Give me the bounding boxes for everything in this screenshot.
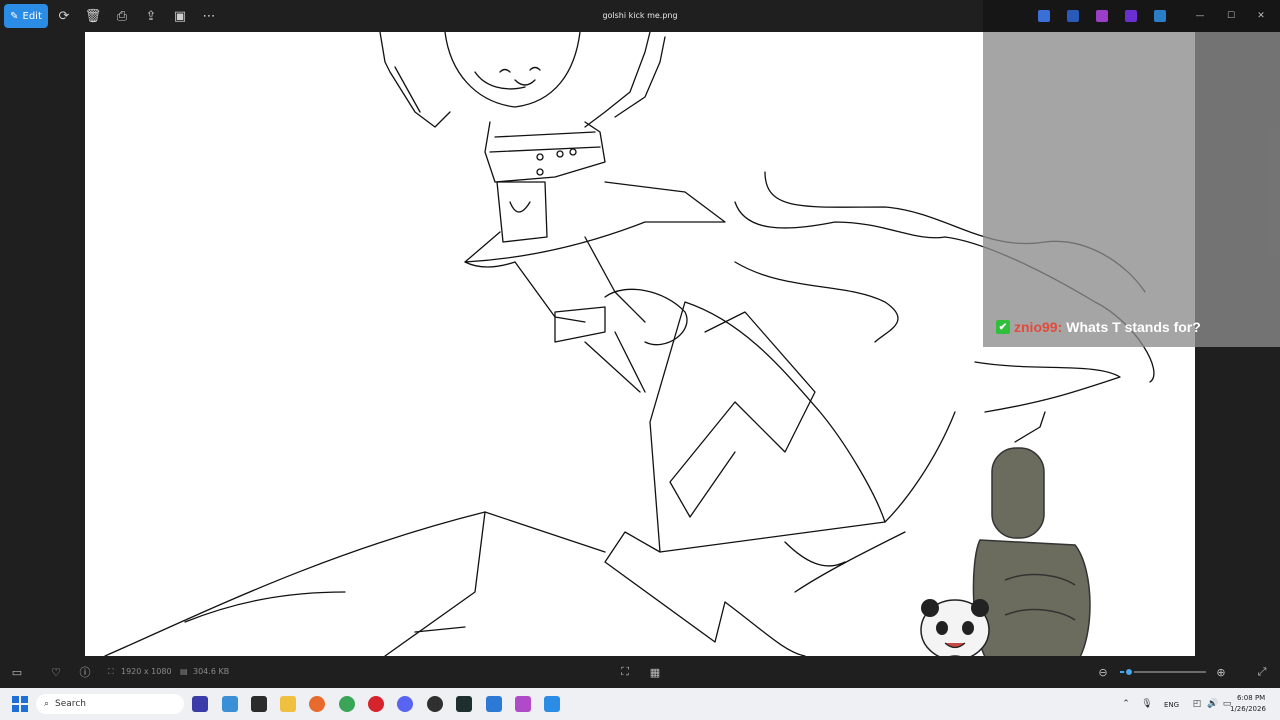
photos-app-icon[interactable] xyxy=(544,696,560,712)
taskbar-app-icon[interactable] xyxy=(222,696,238,712)
share-icon[interactable]: ⇪ xyxy=(143,8,159,24)
obs-icon[interactable] xyxy=(427,696,443,712)
status-bar: ▭ ♡ ⓘ ⛶ 1920 x 1080 ▤ 304.6 KB ⛶ ▦ ⊖ ⊕ ⤢ xyxy=(0,656,1280,688)
chat-text: Whats T stands for? xyxy=(1066,319,1201,335)
favorite-icon[interactable]: ♡ xyxy=(49,665,63,679)
edit-button[interactable]: ✎ Edit xyxy=(4,4,48,28)
chrome-icon[interactable] xyxy=(339,696,355,712)
file-explorer-icon[interactable] xyxy=(280,696,296,712)
more-icon[interactable]: ⋯ xyxy=(201,8,217,24)
delete-icon[interactable]: 🗑 xyxy=(85,8,102,24)
stream-overlay-panel xyxy=(983,32,1280,347)
network-icon[interactable]: ◰ xyxy=(1191,698,1203,710)
taskbar-app-icon[interactable] xyxy=(456,696,472,712)
slideshow-icon[interactable]: ▣ xyxy=(172,8,188,24)
tray-app-icon xyxy=(1067,10,1079,22)
clock-time[interactable]: 6:08 PM xyxy=(1237,694,1265,702)
firefox-icon[interactable] xyxy=(309,696,325,712)
file-size-icon: ▤ xyxy=(180,667,188,676)
zoom-slider[interactable] xyxy=(1120,667,1206,677)
taskbar-app-icon[interactable] xyxy=(192,696,208,712)
discord-icon[interactable] xyxy=(397,696,413,712)
chat-message: ✔ znio99: Whats T stands for? xyxy=(996,318,1201,336)
close-icon[interactable]: ✕ xyxy=(1251,6,1271,26)
windows-logo-pane xyxy=(12,696,19,703)
maximize-icon[interactable]: ☐ xyxy=(1221,6,1241,26)
opera-icon[interactable] xyxy=(368,696,384,712)
zoom-in-icon[interactable]: ⊕ xyxy=(1214,665,1228,679)
tray-app-icon xyxy=(1154,10,1166,22)
search-icon: ⌕ xyxy=(44,699,50,709)
clock-date[interactable]: 1/26/2026 xyxy=(1230,705,1266,713)
tray-app-icon xyxy=(1038,10,1050,22)
sword-badge-icon: ✔ xyxy=(996,320,1010,334)
file-size: 304.6 KB xyxy=(193,667,230,676)
volume-icon[interactable]: 🔊 xyxy=(1207,698,1219,710)
taskbar-app-icon[interactable] xyxy=(486,696,502,712)
taskbar-app-icon[interactable] xyxy=(251,696,267,712)
stream-overlay-top: — ☐ ✕ xyxy=(983,0,1280,32)
start-button[interactable] xyxy=(12,696,28,712)
fullscreen-icon[interactable]: ⤢ xyxy=(1255,665,1269,679)
filmstrip-icon[interactable]: ▭ xyxy=(10,665,24,679)
rotate-icon[interactable]: ⟳ xyxy=(56,8,72,24)
zoom-out-icon[interactable]: ⊖ xyxy=(1096,665,1110,679)
zoom-slider-thumb[interactable] xyxy=(1123,667,1134,677)
edit-label: Edit xyxy=(22,10,42,22)
photos-app-window: ✎ Edit ⟳ 🗑 ⎙ ⇪ ▣ ⋯ golshi kick me.png — … xyxy=(0,0,1280,712)
edit-icon: ✎ xyxy=(10,10,19,22)
minimize-icon[interactable]: — xyxy=(1190,6,1210,26)
fit-screen-icon[interactable]: ⛶ xyxy=(618,665,632,679)
taskbar-app-icon[interactable] xyxy=(515,696,531,712)
windows-logo-pane xyxy=(21,705,28,712)
chevron-up-icon[interactable]: ⌃ xyxy=(1120,698,1132,710)
windows-logo-pane xyxy=(21,696,28,703)
print-icon[interactable]: ⎙ xyxy=(114,8,130,24)
taskbar-search[interactable]: ⌕ Search xyxy=(36,694,184,714)
language-indicator[interactable]: ENG xyxy=(1164,701,1179,709)
windows-logo-pane xyxy=(12,705,19,712)
search-placeholder: Search xyxy=(55,699,86,709)
info-icon[interactable]: ⓘ xyxy=(78,665,92,679)
tray-app-icon xyxy=(1125,10,1137,22)
tray-app-icon xyxy=(1096,10,1108,22)
microphone-icon[interactable]: 🎙 xyxy=(1141,698,1153,710)
chat-username: znio99: xyxy=(1014,319,1063,335)
actual-size-icon[interactable]: ▦ xyxy=(648,665,662,679)
dimensions-icon: ⛶ xyxy=(108,667,114,676)
image-dimensions: 1920 x 1080 xyxy=(121,667,172,676)
